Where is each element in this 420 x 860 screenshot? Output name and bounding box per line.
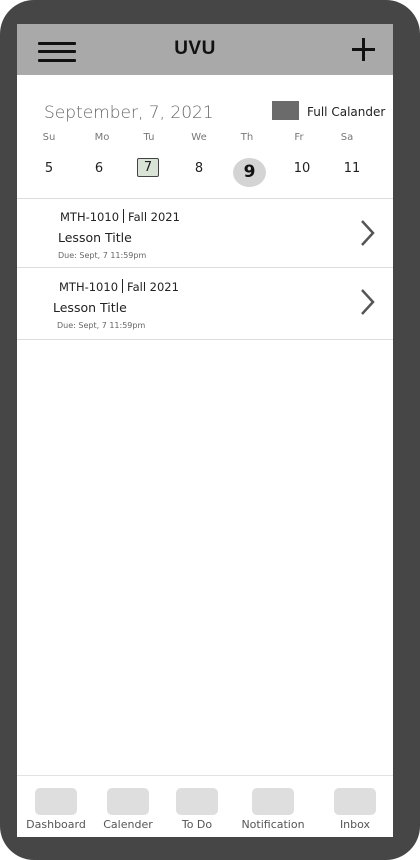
weekday-sunday: Su bbox=[42, 132, 56, 143]
day-6[interactable]: 6 bbox=[79, 161, 119, 176]
weekday-tuesday: Tu bbox=[143, 132, 155, 143]
nav-calendar[interactable]: Calender bbox=[91, 776, 165, 837]
nav-inbox[interactable]: Inbox bbox=[318, 776, 392, 837]
nav-todo[interactable]: To Do bbox=[160, 776, 234, 837]
lesson-item[interactable]: MTH-1010 Fall 2021 Lesson Title Due: Sept… bbox=[17, 199, 393, 267]
course-term: Fall 2021 bbox=[127, 280, 179, 294]
nav-notification-label: Notification bbox=[241, 818, 305, 831]
course-separator bbox=[123, 209, 125, 223]
lesson-due-date: Due: Sept, 7 11:59pm bbox=[57, 321, 146, 330]
weekday-thursday: Th bbox=[240, 132, 254, 143]
lesson-item[interactable]: MTH-1010 Fall 2021 Lesson Title Due: Sept… bbox=[17, 268, 393, 336]
nav-todo-label: To Do bbox=[181, 818, 213, 831]
lesson-title: Lesson Title bbox=[58, 230, 132, 245]
nav-dashboard[interactable]: Dashboard bbox=[19, 776, 93, 837]
course-separator bbox=[122, 279, 124, 293]
app-screen: UVU September, 7, 2021 Full Calander Su … bbox=[17, 24, 393, 837]
top-bar: UVU bbox=[17, 24, 393, 75]
nav-calendar-label: Calender bbox=[103, 818, 153, 831]
day-11[interactable]: 11 bbox=[332, 161, 372, 176]
full-calendar-button[interactable] bbox=[272, 101, 299, 120]
calendar-icon bbox=[107, 788, 149, 815]
device-frame: UVU September, 7, 2021 Full Calander Su … bbox=[0, 0, 420, 860]
list-divider bbox=[17, 339, 393, 340]
notification-icon bbox=[252, 788, 294, 815]
day-10[interactable]: 10 bbox=[282, 161, 322, 176]
app-title: UVU bbox=[174, 38, 216, 59]
course-code: MTH-1010 bbox=[60, 210, 120, 224]
nav-inbox-label: Inbox bbox=[339, 818, 371, 831]
day-8[interactable]: 8 bbox=[179, 161, 219, 176]
current-date-heading: September, 7, 2021 bbox=[44, 103, 214, 123]
course-code: MTH-1010 bbox=[59, 280, 119, 294]
day-5[interactable]: 5 bbox=[29, 161, 69, 176]
chevron-right-icon[interactable] bbox=[357, 218, 377, 248]
plus-icon[interactable] bbox=[351, 37, 377, 63]
weekday-wednesday: We bbox=[191, 132, 207, 143]
chevron-right-icon[interactable] bbox=[357, 287, 377, 317]
weekday-saturday: Sa bbox=[340, 132, 354, 143]
lesson-course-code: MTH-1010 Fall 2021 bbox=[59, 279, 179, 294]
lesson-title: Lesson Title bbox=[53, 300, 127, 315]
nav-notification[interactable]: Notification bbox=[236, 776, 310, 837]
full-calendar-label[interactable]: Full Calander bbox=[307, 105, 385, 119]
todo-icon bbox=[176, 788, 218, 815]
today-day-9[interactable]: 9 bbox=[233, 158, 266, 187]
dashboard-icon bbox=[35, 788, 77, 815]
bottom-navigation: Dashboard Calender To Do Notification In… bbox=[17, 775, 393, 837]
weekday-friday: Fr bbox=[294, 132, 304, 143]
inbox-icon bbox=[334, 788, 376, 815]
lesson-due-date: Due: Sept, 7 11:59pm bbox=[58, 251, 147, 260]
lesson-course-code: MTH-1010 Fall 2021 bbox=[60, 209, 180, 224]
course-term: Fall 2021 bbox=[128, 210, 180, 224]
weekday-monday: Mo bbox=[94, 132, 110, 143]
nav-dashboard-label: Dashboard bbox=[26, 818, 86, 831]
selected-day-7[interactable]: 7 bbox=[137, 158, 159, 177]
